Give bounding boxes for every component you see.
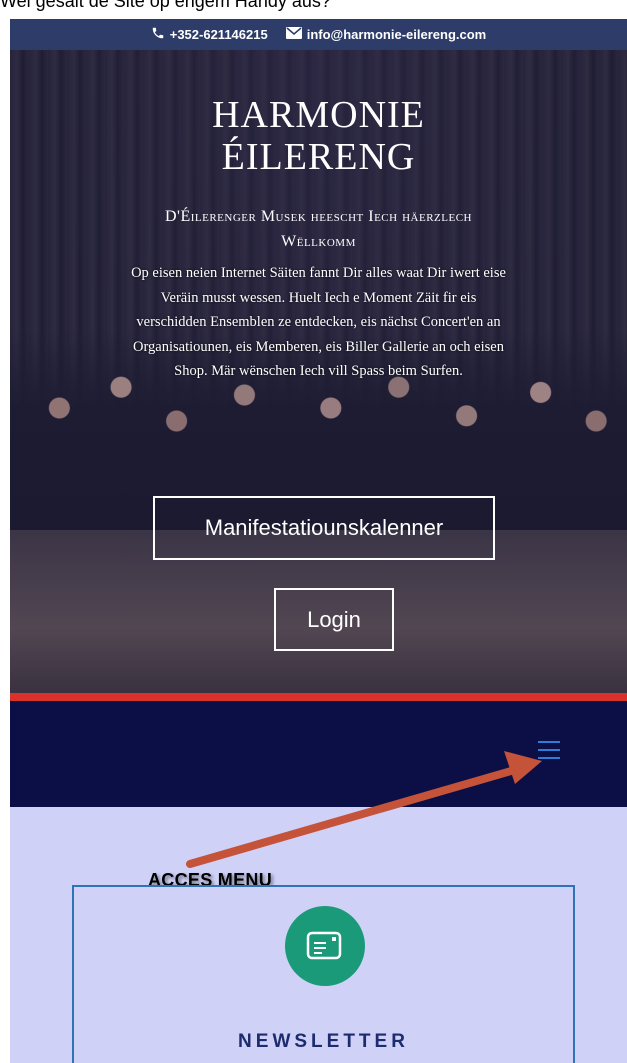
hamburger-menu-icon[interactable] — [538, 741, 560, 759]
newsletter-title: NEWSLETTER — [238, 1031, 409, 1052]
phone-contact[interactable]: +352-621146215 — [151, 26, 268, 43]
calendar-button[interactable]: Manifestatiounskalenner — [153, 496, 495, 560]
phone-number: +352-621146215 — [169, 27, 268, 42]
newsletter-card[interactable]: NEWSLETTER — [72, 885, 575, 1063]
accent-divider — [10, 693, 627, 701]
hero-section: HARMONIE ÉILERENG D'Éilerenger Musek hee… — [10, 50, 627, 693]
site-title: HARMONIE ÉILERENG — [10, 94, 627, 178]
contact-topbar: +352-621146215 info@harmonie-eilereng.co… — [10, 19, 627, 50]
site-title-line1: HARMONIE — [212, 94, 425, 136]
mail-icon — [285, 27, 302, 42]
site-title-line2: ÉILERENG — [221, 136, 416, 178]
welcome-paragraph: Op eisen neien Internet Säiten fannt Dir… — [131, 265, 506, 379]
screenshot-caption: Wei gesäit de Site op engem Handy aus? — [0, 0, 331, 11]
newsletter-icon — [285, 906, 365, 986]
email-contact[interactable]: info@harmonie-eilereng.com — [285, 27, 487, 42]
welcome-subtitle: D'Éilerenger Musek heescht Iech häerzlec… — [165, 208, 472, 250]
login-button[interactable]: Login — [274, 588, 394, 651]
phone-icon — [151, 26, 165, 43]
email-address: info@harmonie-eilereng.com — [306, 27, 487, 42]
mobile-nav-bar — [10, 701, 627, 807]
mobile-page: +352-621146215 info@harmonie-eilereng.co… — [10, 19, 627, 1063]
